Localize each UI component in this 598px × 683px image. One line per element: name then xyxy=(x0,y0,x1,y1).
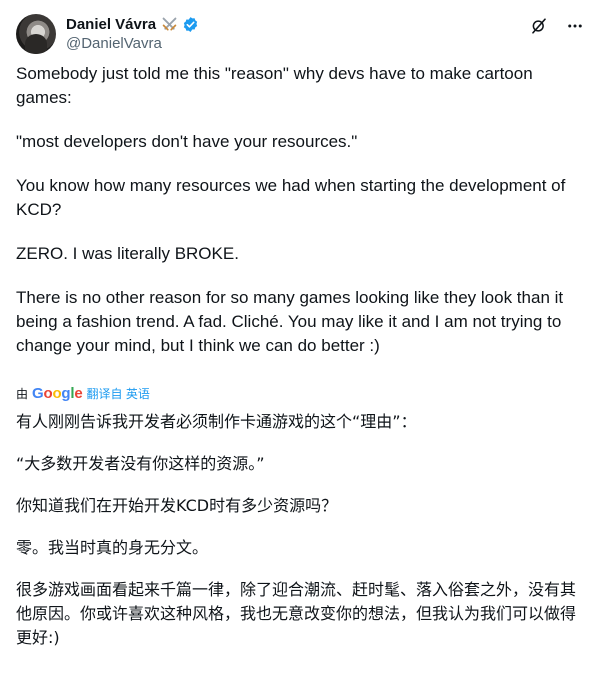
google-logo: Google xyxy=(32,384,83,402)
translated-paragraph: 有人刚刚告诉我开发者必须制作卡通游戏的这个“理由”： xyxy=(16,412,417,431)
tweet-paragraph: ZERO. I was literally BROKE. xyxy=(16,244,239,263)
avatar[interactable] xyxy=(16,14,56,54)
tweet-header: Daniel Vávra @DanielVavra xyxy=(16,13,584,57)
grok-icon[interactable] xyxy=(530,17,548,35)
verified-badge-icon[interactable] xyxy=(182,16,199,33)
translated-paragraph: 零。我当时真的身无分文。 xyxy=(16,538,209,557)
translated-text: 有人刚刚告诉我开发者必须制作卡通游戏的这个“理由”： “大多数开发者没有你这样的… xyxy=(16,410,582,650)
author-handle[interactable]: @DanielVavra xyxy=(66,35,162,52)
tweet-paragraph: You know how many resources we had when … xyxy=(16,176,571,219)
tweet-text: Somebody just told me this "reason" why … xyxy=(16,62,582,358)
translated-paragraph: 你知道我们在开始开发KCD时有多少资源吗？ xyxy=(16,496,338,515)
crossed-swords-icon xyxy=(160,15,178,33)
tweet-actions xyxy=(530,17,584,35)
author-name[interactable]: Daniel Vávra xyxy=(66,16,156,33)
translation-toggle-link[interactable]: 翻译自 英语 xyxy=(87,385,150,402)
tweet-paragraph: Somebody just told me this "reason" why … xyxy=(16,64,538,107)
translated-paragraph: “大多数开发者没有你这样的资源。” xyxy=(16,454,265,473)
author-name-row: Daniel Vávra xyxy=(66,15,199,33)
translated-paragraph: 很多游戏画面看起来千篇一律，除了迎合潮流、赶时髦、落入俗套之外，没有其他原因。你… xyxy=(16,580,577,647)
tweet-paragraph: There is no other reason for so many gam… xyxy=(16,288,568,355)
translation-attribution: 由 Google 翻译自 英语 xyxy=(16,384,150,402)
translation-prefix: 由 xyxy=(16,386,29,401)
more-icon[interactable] xyxy=(566,17,584,35)
tweet-paragraph: "most developers don't have your resourc… xyxy=(16,132,358,151)
